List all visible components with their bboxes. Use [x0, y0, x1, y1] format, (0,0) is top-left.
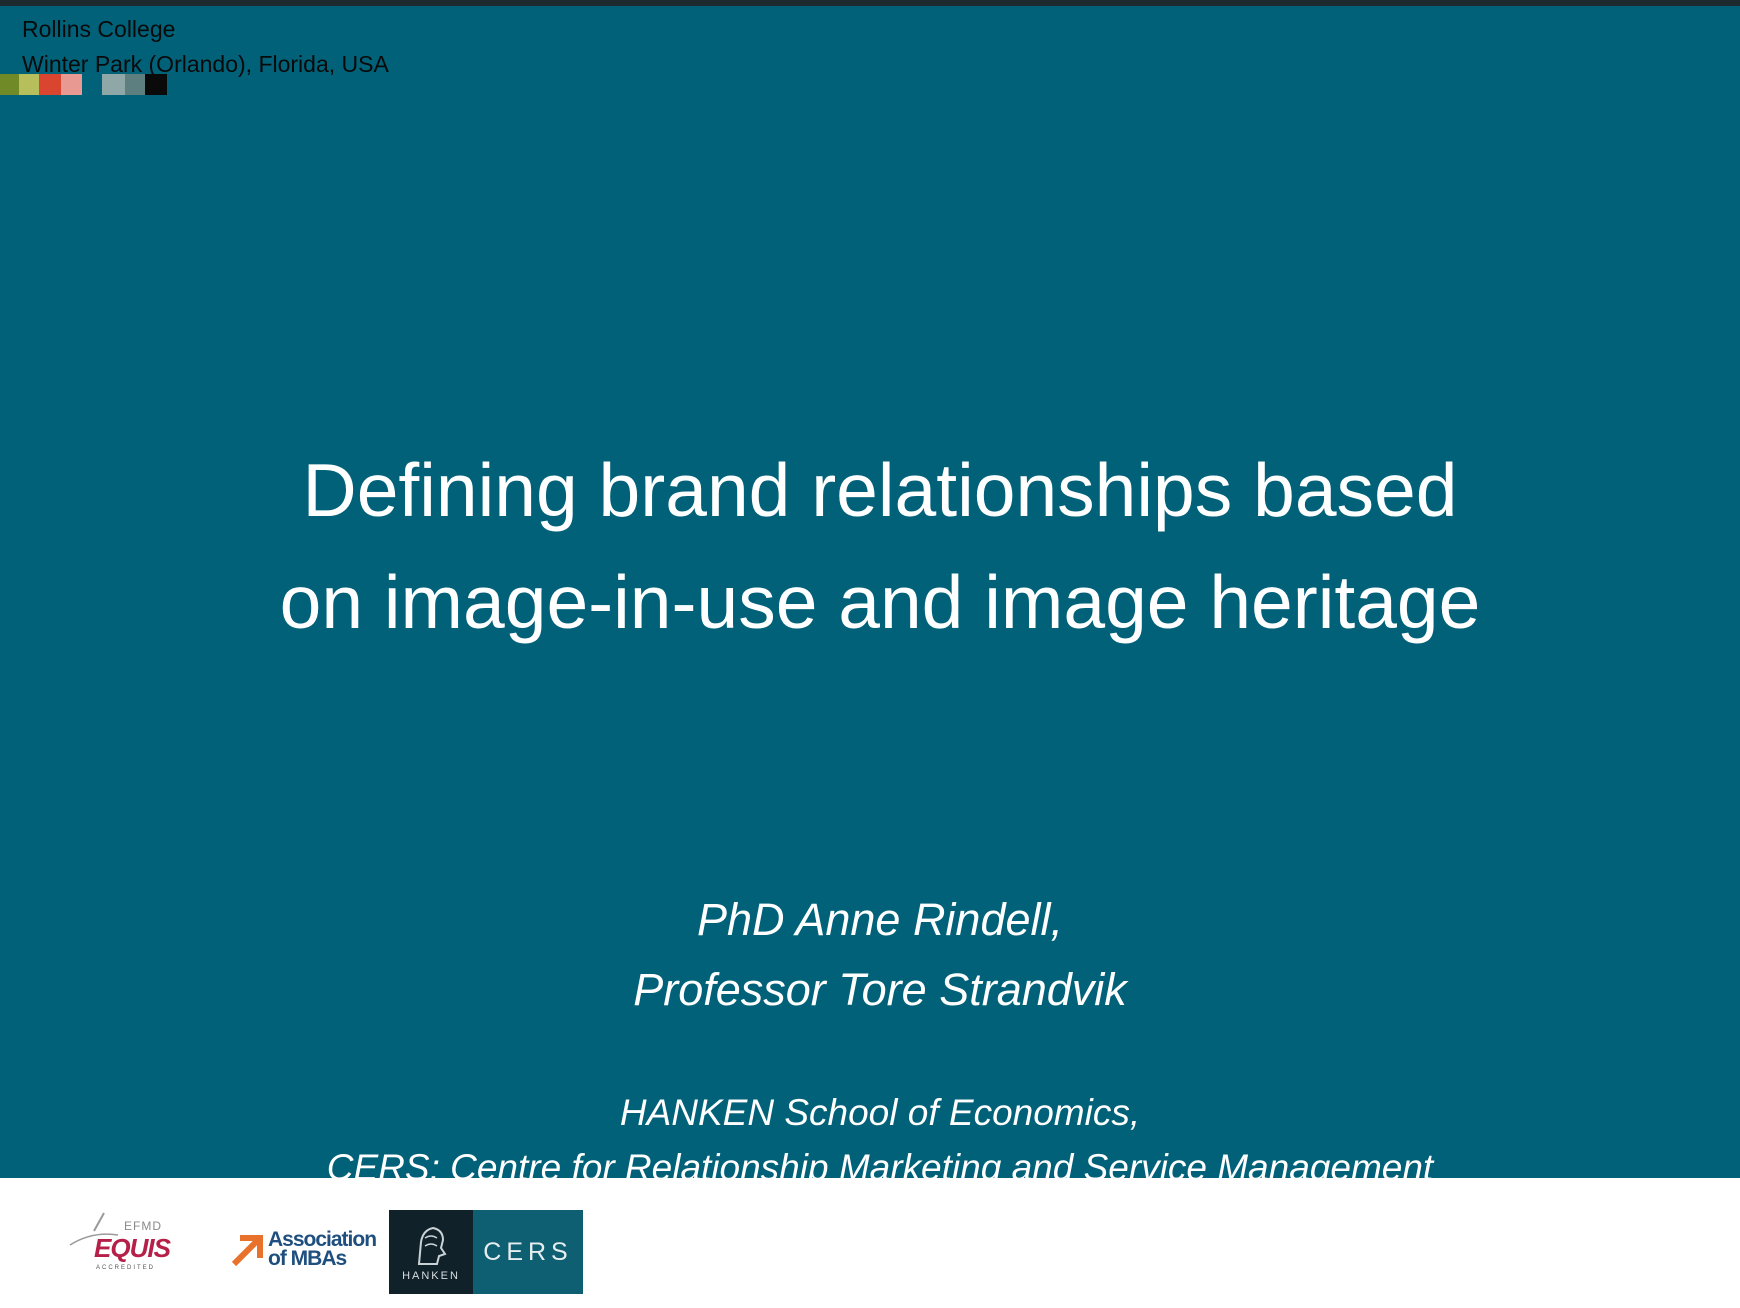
author-name: Professor Tore Strandvik — [633, 964, 1127, 1015]
amba-logo: Association of MBAs — [230, 1229, 377, 1272]
equis-logo: EFMD EQUIS ACCREDITED — [68, 1211, 171, 1281]
title-line: Defining brand relationships based — [302, 448, 1458, 532]
top-rule — [0, 0, 1740, 6]
color-swatch — [0, 74, 19, 95]
color-swatch — [61, 74, 82, 95]
hanken-logo: HANKEN — [389, 1210, 473, 1294]
equis-wordmark: EQUIS — [94, 1233, 171, 1263]
hanken-cers-logo: HANKEN CERS — [389, 1210, 583, 1294]
equis-accredited-text: ACCREDITED — [96, 1265, 156, 1271]
color-swatch — [19, 74, 39, 95]
title-line: on image-in-use and image heritage — [279, 560, 1481, 644]
author-list: PhD Anne Rindell, Professor Tore Strandv… — [0, 885, 1740, 1025]
color-swatch — [102, 74, 125, 95]
affiliation-line: HANKEN School of Economics, — [619, 1092, 1141, 1133]
institution-name: Rollins College — [22, 16, 176, 42]
hanken-emblem-icon — [417, 1226, 447, 1265]
color-swatch — [39, 74, 61, 95]
slide-header: Rollins College Winter Park (Orlando), F… — [22, 12, 389, 82]
logo-footer: EFMD EQUIS ACCREDITED Association of MBA… — [0, 1178, 1740, 1308]
color-swatch — [82, 74, 102, 95]
color-swatch — [125, 74, 145, 95]
cers-wordmark: CERS — [483, 1238, 573, 1266]
slide-title: Defining brand relationships based on im… — [0, 434, 1740, 658]
amba-line: of MBAs — [268, 1247, 347, 1270]
affiliation-block: HANKEN School of Economics, CERS: Centre… — [0, 1085, 1740, 1178]
affiliation-line: CERS: Centre for Relationship Marketing … — [326, 1147, 1434, 1178]
cers-logo: CERS — [473, 1210, 583, 1294]
author-name: PhD Anne Rindell, — [696, 894, 1064, 945]
equis-efmd-text: EFMD — [124, 1219, 162, 1233]
hanken-wordmark: HANKEN — [402, 1270, 460, 1282]
color-swatch — [145, 74, 167, 95]
amba-arrow-icon — [231, 1235, 263, 1267]
amba-wordmark: Association of MBAs — [268, 1229, 377, 1270]
title-slide: Rollins College Winter Park (Orlando), F… — [0, 0, 1740, 1178]
